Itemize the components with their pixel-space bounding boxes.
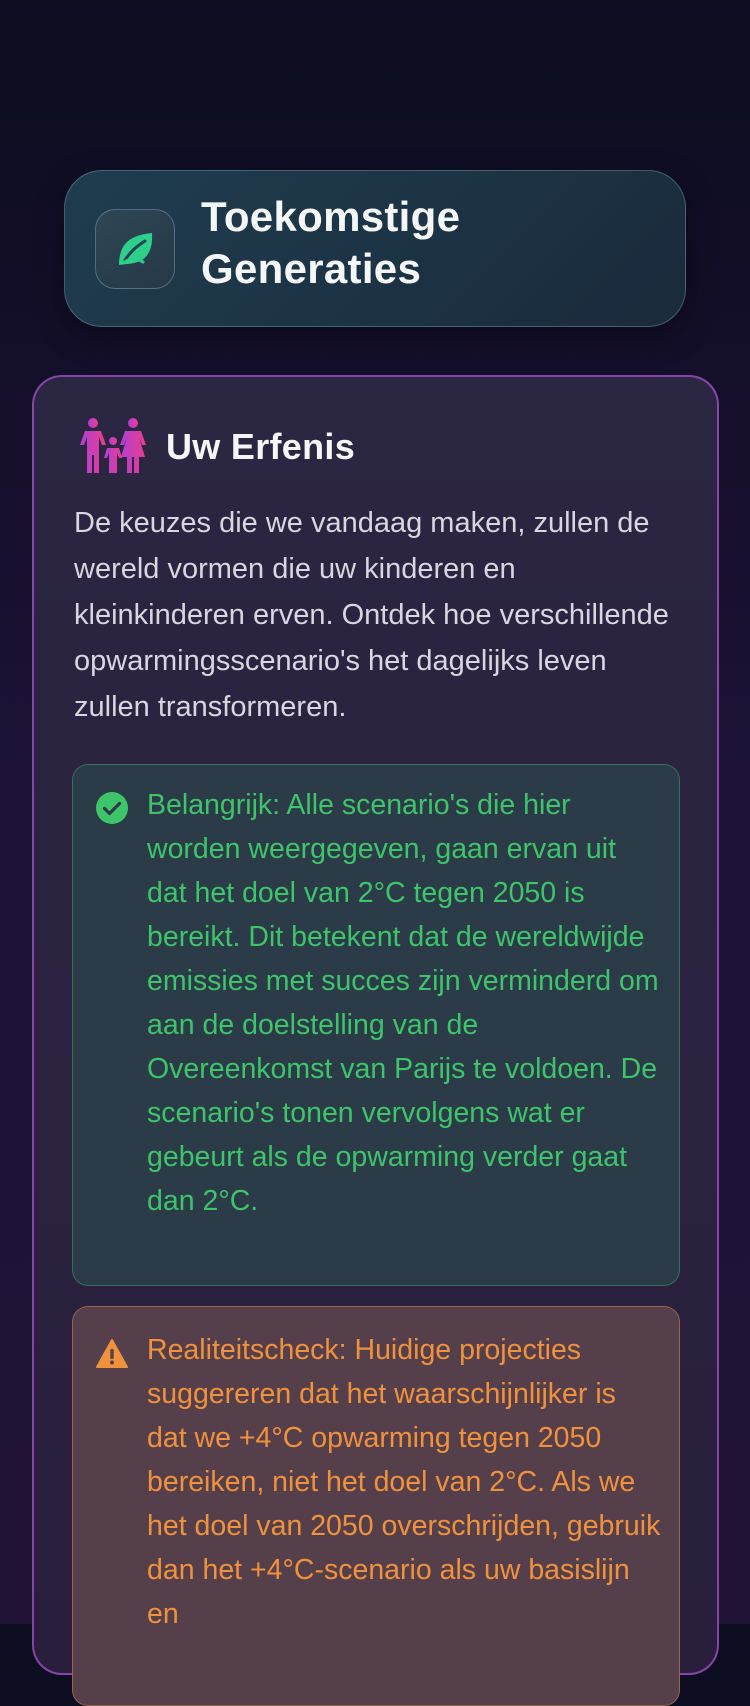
warning-icon (96, 1339, 128, 1368)
app-header: Toekomstige Generaties (64, 170, 686, 327)
important-note: Belangrijk: Alle scenario's die hier wor… (72, 764, 680, 1286)
reality-check-text: Realiteitscheck: Huidige projecties sugg… (147, 1334, 661, 1630)
legacy-card-title: Uw Erfenis (166, 426, 356, 467)
family-icon (80, 418, 146, 473)
important-note-text: Belangrijk: Alle scenario's die hier wor… (147, 789, 659, 1217)
app-title: Toekomstige Generaties (201, 193, 461, 292)
legacy-card: Uw Erfenis De keuzes die we vandaag make… (32, 375, 719, 1706)
legacy-card-header: Uw Erfenis (78, 417, 355, 477)
leaf-icon (95, 209, 175, 289)
check-circle-icon (96, 792, 128, 824)
reality-check-note: Realiteitscheck: Huidige projecties sugg… (72, 1306, 680, 1706)
legacy-card-description: De keuzes die we vandaag maken, zullen d… (74, 507, 669, 723)
